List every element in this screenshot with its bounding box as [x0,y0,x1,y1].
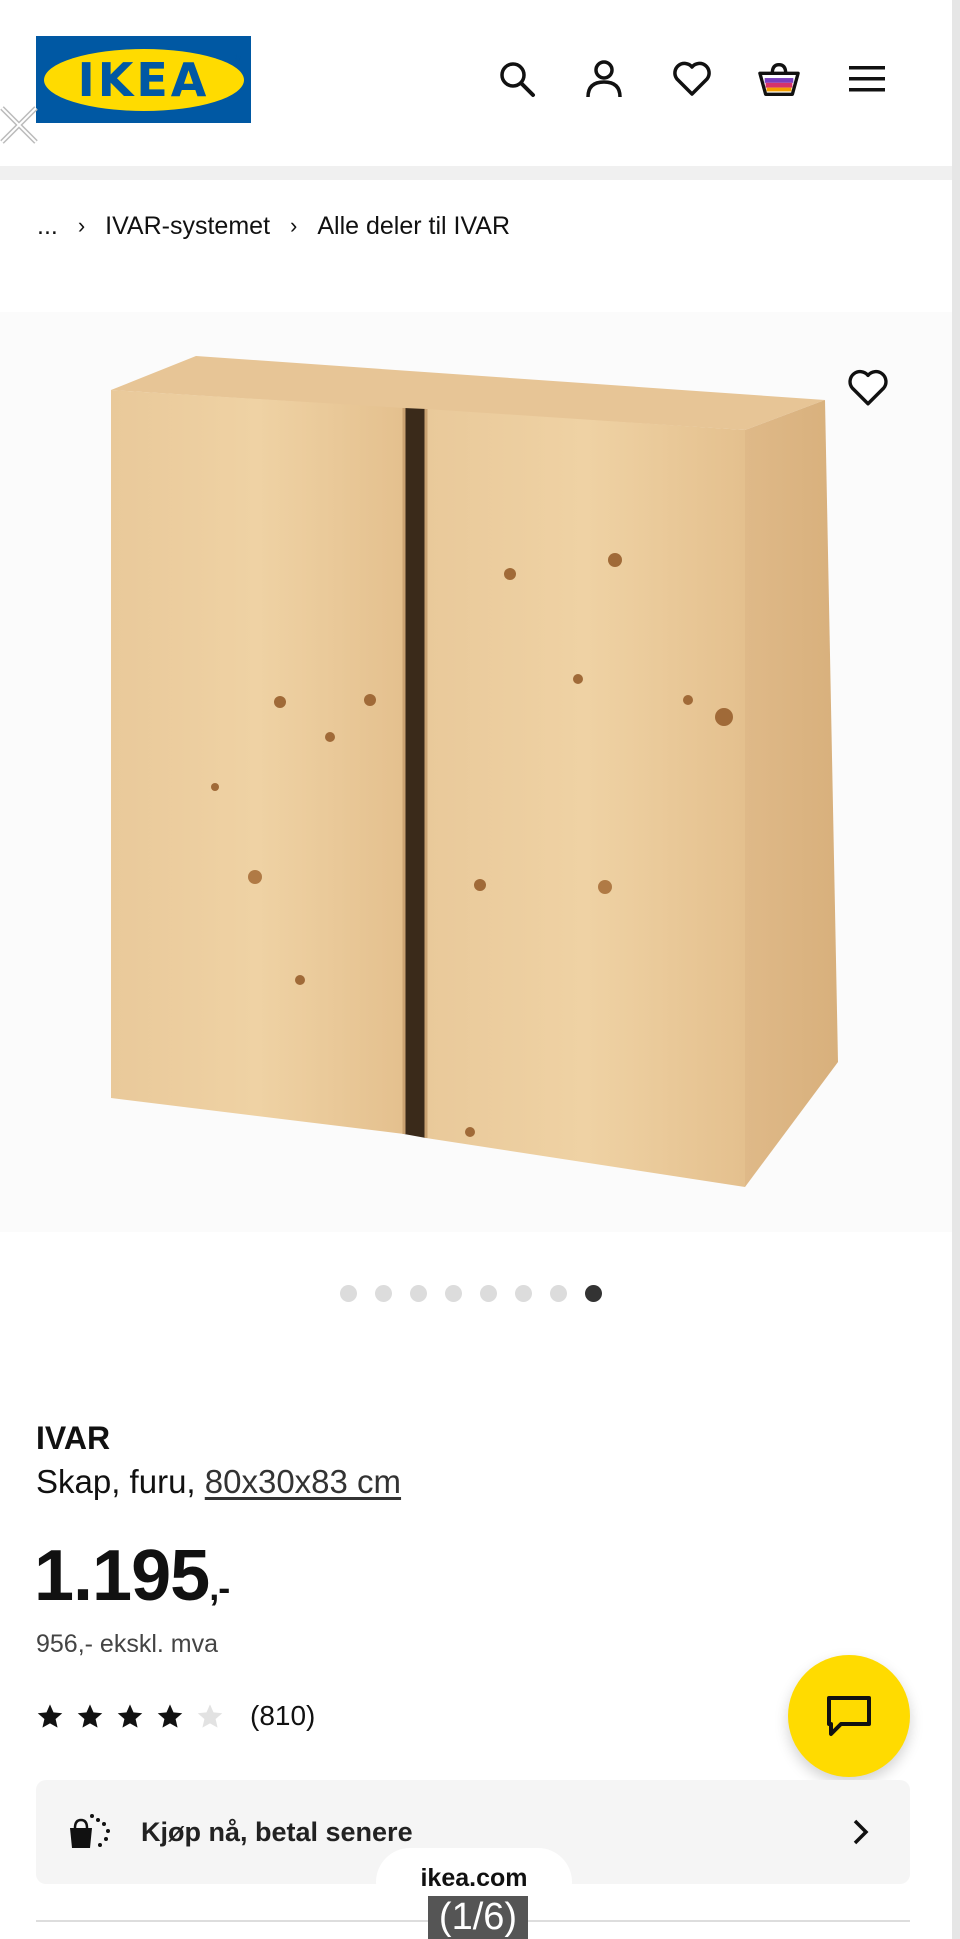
carousel-dots[interactable] [340,1285,602,1302]
ikea-logo[interactable]: IKEA ® [36,36,251,123]
breadcrumb-ellipsis[interactable]: ... [37,212,58,241]
star-icon [117,1704,143,1728]
carousel-dot[interactable] [375,1285,392,1302]
add-to-wishlist-icon[interactable] [838,358,898,418]
product-type: Skap, furu, [36,1463,205,1500]
scroll-edge [952,0,960,1939]
logo-registered-mark: ® [234,52,241,62]
page-indicator: (1/6) [428,1896,528,1939]
breadcrumb-separator: › [290,213,298,238]
carousel-dot[interactable] [480,1285,497,1302]
menu-icon[interactable] [846,58,888,100]
product-price: 1.195,- [34,1535,230,1617]
star-icon [77,1704,103,1728]
cart-icon[interactable] [758,58,800,100]
site-header: IKEA ® [0,0,952,166]
price-main: 1.195 [34,1536,210,1616]
price-ex-vat: 956,- ekskl. mva [36,1630,219,1658]
carousel-dot[interactable] [515,1285,532,1302]
breadcrumb: ... › IVAR-systemet › Alle deler til IVA… [37,208,510,244]
product-dimensions-link[interactable]: 80x30x83 cm [205,1463,401,1500]
wishlist-icon[interactable] [671,58,713,100]
breadcrumb-item-ivar-system[interactable]: IVAR-systemet [105,212,270,241]
breadcrumb-separator: › [77,213,86,238]
chat-icon [827,1696,871,1736]
chevron-right-icon [853,1819,869,1845]
product-description: Skap, furu, 80x30x83 cm [36,1463,401,1501]
breadcrumb-item-all-parts[interactable]: Alle deler til IVAR [317,212,510,241]
account-icon[interactable] [583,58,625,100]
carousel-dot[interactable] [585,1285,602,1302]
browser-url: ikea.com [420,1863,528,1892]
star-empty-icon [197,1704,223,1728]
rating-count[interactable]: (810) [250,1700,315,1732]
search-icon[interactable] [496,58,538,100]
header-divider [0,166,952,180]
shopping-bag-icon [70,1814,110,1848]
chat-button[interactable] [788,1655,910,1777]
product-image[interactable] [0,312,952,1232]
product-rating[interactable]: (810) [36,1700,315,1732]
logo-text: IKEA [77,52,210,107]
star-icon [157,1704,183,1728]
star-icon [37,1704,63,1728]
carousel-dot[interactable] [340,1285,357,1302]
carousel-dot[interactable] [445,1285,462,1302]
carousel-dot[interactable] [410,1285,427,1302]
product-name: IVAR [36,1420,111,1456]
logo-oval: IKEA [43,48,244,111]
pay-later-label: Kjøp nå, betal senere [141,1817,413,1847]
price-decimal: ,- [209,1567,230,1608]
carousel-dot[interactable] [550,1285,567,1302]
close-icon[interactable] [0,100,40,150]
